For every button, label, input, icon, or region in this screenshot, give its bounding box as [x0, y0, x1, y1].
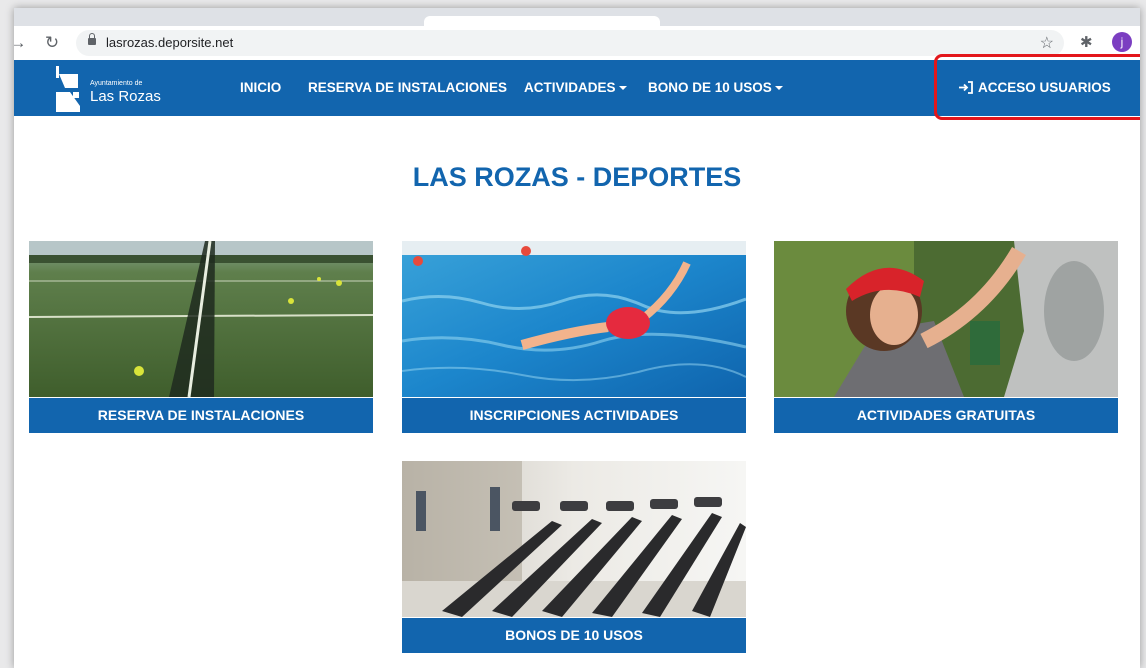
address-bar[interactable]: lasrozas.deporsite.net ☆	[76, 30, 1064, 56]
nav-actividades[interactable]: ACTIVIDADES	[524, 80, 627, 95]
logo-small-text: Ayuntamiento de	[90, 80, 143, 87]
bookmark-star-icon[interactable]: ☆	[1040, 33, 1054, 53]
tab-strip	[14, 8, 1140, 26]
card-label: BONOS DE 10 USOS	[402, 618, 746, 653]
reload-icon[interactable]: ↻	[42, 33, 62, 53]
highlight-box	[934, 54, 1140, 120]
lock-icon	[88, 33, 96, 45]
swimming-pool-image	[402, 241, 746, 397]
nav-bono-label: BONO DE 10 USOS	[648, 80, 772, 95]
browser-window: → ↻ lasrozas.deporsite.net ☆ ✱ j Ayuntam…	[14, 8, 1140, 668]
card-reserva-instalaciones[interactable]: RESERVA DE INSTALACIONES	[29, 241, 373, 433]
extensions-puzzle-icon[interactable]: ✱	[1080, 33, 1093, 51]
nav-bono-10-usos[interactable]: BONO DE 10 USOS	[648, 80, 783, 95]
caret-down-icon	[618, 86, 627, 90]
logo-big-text: Las Rozas	[90, 88, 161, 105]
card-inscripciones-actividades[interactable]: INSCRIPCIONES ACTIVIDADES	[402, 241, 746, 433]
card-bonos-10-usos[interactable]: BONOS DE 10 USOS	[402, 461, 746, 653]
site-logo[interactable]: Ayuntamiento de Las Rozas	[56, 66, 176, 112]
nav-reserva-label: RESERVA DE INSTALACIONES	[308, 80, 508, 95]
url-text: lasrozas.deporsite.net	[106, 35, 234, 50]
las-rozas-logo-icon	[56, 66, 80, 112]
padel-court-image	[29, 241, 373, 397]
card-label: RESERVA DE INSTALACIONES	[29, 398, 373, 433]
page-title: LAS ROZAS - DEPORTES	[412, 162, 742, 192]
nav-inicio-label: INICIO	[240, 80, 282, 95]
gym-treadmills-image	[402, 461, 746, 617]
card-actividades-gratuitas[interactable]: ACTIVIDADES GRATUITAS	[774, 241, 1118, 433]
profile-avatar[interactable]: j	[1112, 32, 1132, 52]
nav-reserva-instalaciones[interactable]: RESERVA DE INSTALACIONES	[308, 80, 507, 95]
card-label: INSCRIPCIONES ACTIVIDADES	[402, 398, 746, 433]
browser-tab[interactable]	[424, 16, 660, 26]
card-label: ACTIVIDADES GRATUITAS	[774, 398, 1118, 433]
caret-down-icon	[774, 86, 783, 90]
nav-inicio[interactable]: INICIO	[240, 80, 281, 95]
nav-actividades-label: ACTIVIDADES	[524, 80, 616, 95]
forward-icon[interactable]: →	[14, 33, 28, 53]
climbing-wall-image	[774, 241, 1118, 397]
